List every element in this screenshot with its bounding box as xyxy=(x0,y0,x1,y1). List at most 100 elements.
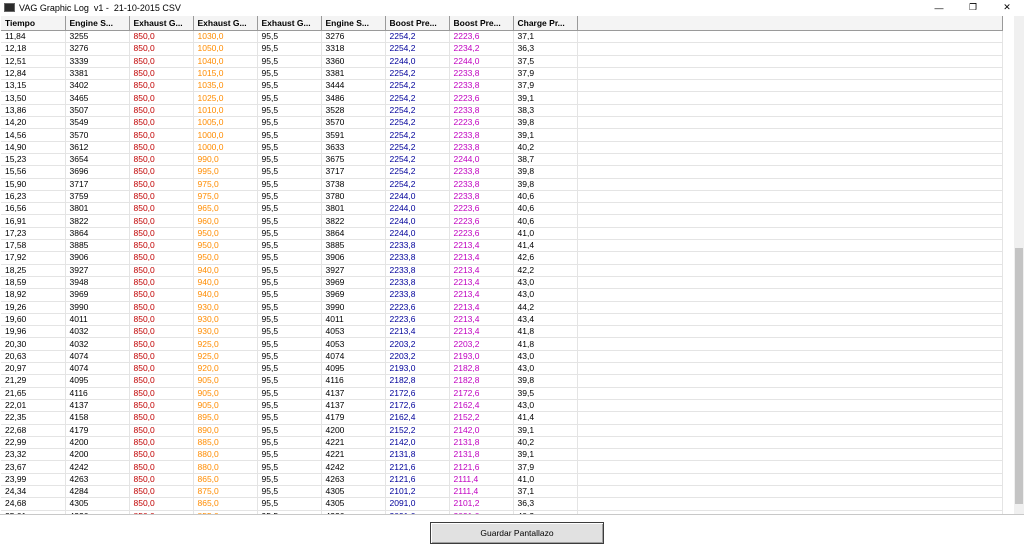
table-row[interactable]: 16,56 3801 850,0 965,0 95,5 3801 2244,0 2223,6 4… xyxy=(1,202,1003,216)
table-row[interactable]: 14,56 3570 850,0 1000,0 95,5 3591 2254,2 2233,8… xyxy=(1,128,1003,142)
table-row[interactable]: 15,23 3654 850,0 990,0 95,5 3675 2254,2 2244,0 3… xyxy=(1,153,1003,167)
table-row[interactable]: 22,35 4158 850,0 895,0 95,5 4179 2162,4 2152,2 4… xyxy=(1,411,1003,425)
table-row[interactable]: 23,32 4200 850,0 880,0 95,5 4221 2131,8 2131,8 3… xyxy=(1,448,1003,462)
table-cell: 41,4 xyxy=(513,239,578,253)
table-cell: 40,2 xyxy=(513,436,578,450)
table-cell: 39,8 xyxy=(513,116,578,130)
table-row[interactable]: 22,68 4179 850,0 890,0 95,5 4200 2152,2 2142,0 3… xyxy=(1,424,1003,437)
table-cell: 23,99 xyxy=(1,473,66,486)
data-grid[interactable]: Tiempo Engine S... Exhaust G... Exhaust … xyxy=(1,16,1014,514)
table-row[interactable]: 18,92 3969 850,0 940,0 95,5 3969 2233,8 2213,4 4… xyxy=(1,288,1003,302)
table-cell: 2233,8 xyxy=(385,276,450,290)
table-row[interactable]: 13,15 3402 850,0 1035,0 95,5 3444 2254,2 2233,8… xyxy=(1,79,1003,93)
table-row[interactable]: 22,99 4200 850,0 885,0 95,5 4221 2142,0 2131,8 4… xyxy=(1,436,1003,450)
table-cell: 2233,8 xyxy=(449,165,514,179)
table-row[interactable]: 24,34 4284 850,0 875,0 95,5 4305 2101,2 2111,4 3… xyxy=(1,485,1003,499)
column-header-exhaust-gas-1[interactable]: Exhaust G... xyxy=(129,16,194,31)
table-cell: 2203,2 xyxy=(449,337,514,351)
table-cell: 850,0 xyxy=(129,202,194,216)
column-header-tiempo[interactable]: Tiempo xyxy=(1,16,66,31)
scrollbar-thumb[interactable] xyxy=(1015,248,1023,504)
table-cell: 850,0 xyxy=(129,424,194,437)
table-row[interactable]: 17,23 3864 850,0 950,0 95,5 3864 2244,0 2223,6 4… xyxy=(1,227,1003,241)
table-cell: 2213,4 xyxy=(449,251,514,265)
table-cell-empty xyxy=(577,264,1003,277)
table-row[interactable]: 11,84 3255 850,0 1030,0 95,5 3276 2254,2 2223,6… xyxy=(1,30,1003,44)
table-row[interactable]: 17,58 3885 850,0 950,0 95,5 3885 2233,8 2213,4 4… xyxy=(1,239,1003,253)
close-icon[interactable]: ✕ xyxy=(990,0,1024,15)
table-row[interactable]: 20,30 4032 850,0 925,0 95,5 4053 2203,2 2203,2 4… xyxy=(1,337,1003,351)
table-cell: 2254,2 xyxy=(385,79,450,93)
table-row[interactable]: 20,63 4074 850,0 925,0 95,5 4074 2203,2 2193,0 4… xyxy=(1,350,1003,364)
table-row[interactable]: 12,51 3339 850,0 1040,0 95,5 3360 2244,0 2244,0… xyxy=(1,55,1003,68)
table-cell: 3318 xyxy=(321,42,386,56)
table-cell: 24,34 xyxy=(1,485,66,499)
table-cell: 3969 xyxy=(321,276,386,290)
table-cell-empty xyxy=(577,411,1003,425)
table-row[interactable]: 21,29 4095 850,0 905,0 95,5 4116 2182,8 2182,8 3… xyxy=(1,374,1003,388)
table-row[interactable]: 23,67 4242 850,0 880,0 95,5 4242 2121,6 2121,6 3… xyxy=(1,460,1003,474)
table-cell: 875,0 xyxy=(193,485,258,499)
table-cell: 15,56 xyxy=(1,165,66,179)
table-cell: 1015,0 xyxy=(193,67,258,81)
table-row[interactable]: 15,90 3717 850,0 975,0 95,5 3738 2254,2 2233,8 3… xyxy=(1,178,1003,191)
save-screenshot-button[interactable]: Guardar Pantallazo xyxy=(430,522,604,544)
table-cell: 3591 xyxy=(321,128,386,142)
table-row[interactable]: 12,18 3276 850,0 1050,0 95,5 3318 2254,2 2234,2… xyxy=(1,42,1003,56)
table-cell: 21,29 xyxy=(1,374,66,388)
vertical-scrollbar[interactable] xyxy=(1014,16,1024,514)
table-cell: 43,4 xyxy=(513,313,578,327)
table-row[interactable]: 12,84 3381 850,0 1015,0 95,5 3381 2254,2 2233,8… xyxy=(1,67,1003,81)
table-cell-empty xyxy=(577,202,1003,216)
table-row[interactable]: 16,23 3759 850,0 975,0 95,5 3780 2244,0 2233,8 4… xyxy=(1,190,1003,204)
table-cell: 2254,2 xyxy=(385,91,450,105)
table-cell: 3486 xyxy=(321,91,386,105)
table-row[interactable]: 24,68 4305 850,0 865,0 95,5 4305 2091,0 2101,2 3… xyxy=(1,497,1003,511)
table-row[interactable]: 20,97 4074 850,0 920,0 95,5 4095 2193,0 2182,8 4… xyxy=(1,362,1003,376)
table-cell: 42,6 xyxy=(513,251,578,265)
table-cell: 95,5 xyxy=(257,424,322,437)
minimize-icon[interactable]: — xyxy=(922,0,956,15)
column-header-engine-speed-2[interactable]: Engine S... xyxy=(321,16,386,31)
table-cell: 18,59 xyxy=(1,276,66,290)
table-row[interactable]: 13,50 3465 850,0 1025,0 95,5 3486 2254,2 2223,6… xyxy=(1,91,1003,105)
table-row[interactable]: 18,25 3927 850,0 940,0 95,5 3927 2233,8 2213,4 4… xyxy=(1,264,1003,277)
column-header-charge-pressure[interactable]: Charge Pr... xyxy=(513,16,578,31)
column-header-boost-pressure-1[interactable]: Boost Pre... xyxy=(385,16,450,31)
table-row[interactable]: 23,99 4263 850,0 865,0 95,5 4263 2121,6 2111,4 4… xyxy=(1,473,1003,486)
table-cell: 975,0 xyxy=(193,190,258,204)
table-row[interactable]: 21,65 4116 850,0 905,0 95,5 4137 2172,6 2172,6 3… xyxy=(1,387,1003,400)
table-cell: 41,4 xyxy=(513,411,578,425)
table-row[interactable]: 17,92 3906 850,0 950,0 95,5 3906 2233,8 2213,4 4… xyxy=(1,251,1003,265)
maximize-icon[interactable]: ❐ xyxy=(956,0,990,15)
title-bar: VAG Graphic Log v1 - 21-10-2015 CSV — ❐ … xyxy=(0,0,1024,15)
column-header-exhaust-gas-2[interactable]: Exhaust G... xyxy=(193,16,258,31)
table-row[interactable]: 15,56 3696 850,0 995,0 95,5 3717 2254,2 2233,8 3… xyxy=(1,165,1003,179)
table-row[interactable]: 16,91 3822 850,0 960,0 95,5 3822 2244,0 2223,6 4… xyxy=(1,214,1003,228)
table-row[interactable]: 14,20 3549 850,0 1005,0 95,5 3570 2254,2 2223,6… xyxy=(1,116,1003,130)
column-header-engine-speed-1[interactable]: Engine S... xyxy=(65,16,130,31)
table-cell: 2244,0 xyxy=(449,55,514,68)
column-header-boost-pressure-2[interactable]: Boost Pre... xyxy=(449,16,514,31)
table-row[interactable]: 19,96 4032 850,0 930,0 95,5 4053 2213,4 2213,4 4… xyxy=(1,325,1003,339)
table-cell: 3444 xyxy=(321,79,386,93)
column-header-exhaust-gas-3[interactable]: Exhaust G... xyxy=(257,16,322,31)
table-row[interactable]: 13,86 3507 850,0 1010,0 95,5 3528 2254,2 2233,8… xyxy=(1,104,1003,118)
table-row[interactable]: 18,59 3948 850,0 940,0 95,5 3969 2233,8 2213,4 4… xyxy=(1,276,1003,290)
table-cell: 39,8 xyxy=(513,178,578,191)
table-cell: 880,0 xyxy=(193,460,258,474)
table-row[interactable]: 22,01 4137 850,0 905,0 95,5 4137 2172,6 2162,4 4… xyxy=(1,399,1003,413)
table-cell: 38,3 xyxy=(513,104,578,118)
table-cell: 4305 xyxy=(321,485,386,499)
table-cell: 2254,2 xyxy=(385,104,450,118)
table-row[interactable]: 19,26 3990 850,0 930,0 95,5 3990 2223,6 2213,4 4… xyxy=(1,301,1003,314)
table-cell: 95,5 xyxy=(257,67,322,81)
table-cell-empty xyxy=(577,30,1003,44)
table-row[interactable]: 14,90 3612 850,0 1000,0 95,5 3633 2254,2 2233,8… xyxy=(1,141,1003,154)
table-cell: 890,0 xyxy=(193,424,258,437)
table-cell: 3906 xyxy=(65,251,130,265)
table-row[interactable]: 19,60 4011 850,0 930,0 95,5 4011 2223,6 2213,4 4… xyxy=(1,313,1003,327)
table-cell: 4011 xyxy=(321,313,386,327)
table-cell: 37,1 xyxy=(513,30,578,44)
table-cell: 2233,8 xyxy=(449,104,514,118)
